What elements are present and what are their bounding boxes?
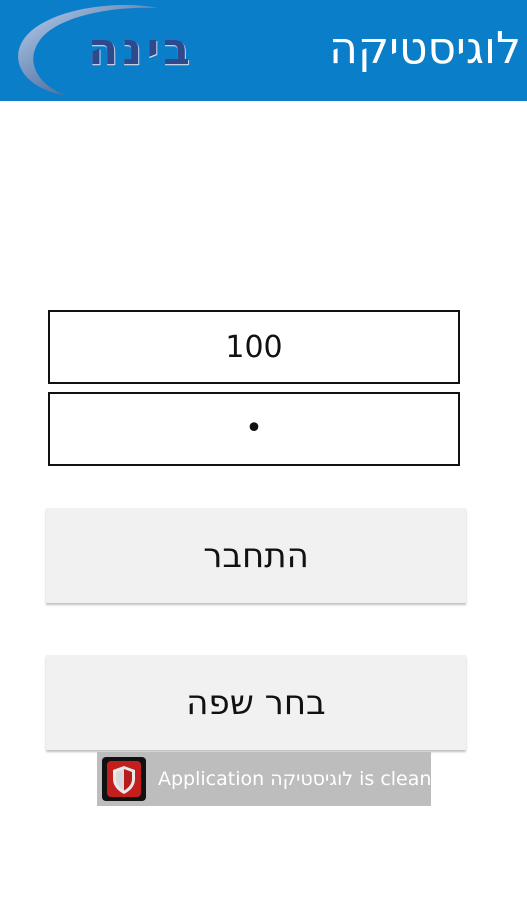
username-value: 100 [225, 329, 283, 365]
app-header: בינה לוגיסטיקה [0, 0, 527, 101]
app-logo: בינה [8, 2, 190, 98]
password-input[interactable]: • [48, 392, 460, 466]
page-title: לוגיסטיקה [329, 23, 521, 74]
security-toast: Application לוגיסטיקה is clean [97, 752, 431, 806]
choose-language-label: בחר שפה [186, 682, 326, 723]
username-input[interactable]: 100 [48, 310, 460, 384]
choose-language-button[interactable]: בחר שפה [46, 655, 466, 750]
login-screen: בינה לוגיסטיקה 100 • התחבר בחר שפה Appli… [0, 0, 527, 900]
password-mask: • [245, 411, 263, 446]
toast-message: Application לוגיסטיקה is clean [158, 768, 432, 790]
shield-icon [102, 757, 146, 801]
login-button-label: התחבר [203, 535, 309, 576]
logo-text: בינה [88, 24, 194, 75]
login-button[interactable]: התחבר [46, 508, 466, 603]
